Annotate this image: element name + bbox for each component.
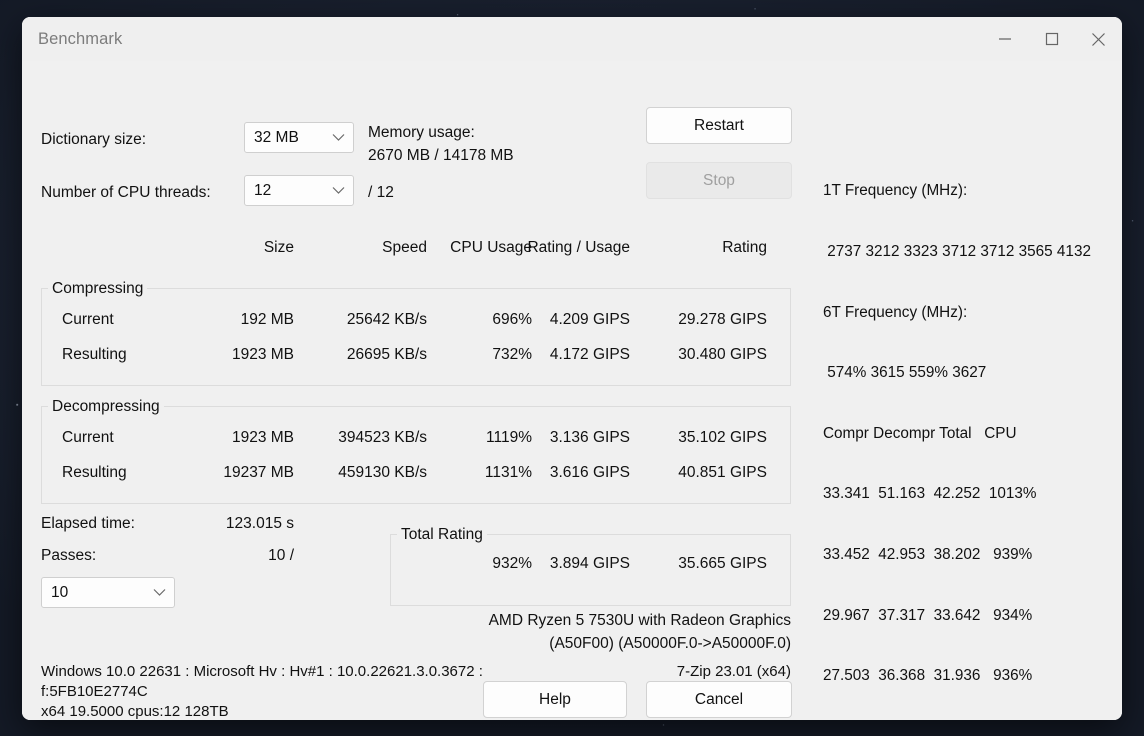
row-label: Current xyxy=(62,429,114,446)
total-rating-value: 35.665 GIPS xyxy=(678,555,767,572)
restart-button[interactable]: Restart xyxy=(646,107,792,144)
close-icon xyxy=(1092,32,1105,46)
column-header-size: Size xyxy=(263,239,294,256)
elapsed-time-value: 123.015 s xyxy=(225,515,294,532)
cancel-button-label: Cancel xyxy=(694,690,744,708)
chevron-down-icon xyxy=(332,133,345,142)
row-label: Resulting xyxy=(62,464,127,481)
cell-rating-usage: 4.172 GIPS xyxy=(549,346,630,363)
cpu-name: AMD Ryzen 5 7530U with Radeon Graphics xyxy=(488,612,791,629)
total-rating-usage: 3.894 GIPS xyxy=(549,555,630,572)
dictionary-size-value: 32 MB xyxy=(254,128,299,146)
minimize-icon xyxy=(998,38,1011,40)
freq-1t-label: 1T Frequency (MHz): xyxy=(823,182,968,200)
passes-label: Passes: xyxy=(41,547,97,564)
column-header-rating-usage: Rating / Usage xyxy=(527,239,630,256)
cell-speed: 459130 KB/s xyxy=(338,464,427,481)
total-rating-group-title: Total Rating xyxy=(397,526,487,544)
window-titlebar[interactable]: Benchmark xyxy=(22,17,1122,61)
elapsed-time-label: Elapsed time: xyxy=(41,515,135,532)
frequency-panel: 1T Frequency (MHz): 2737 3212 3323 3712 … xyxy=(823,141,1119,720)
decompressing-group-title: Decompressing xyxy=(48,398,164,416)
cell-rating-usage: 3.136 GIPS xyxy=(549,429,630,446)
window-title: Benchmark xyxy=(38,29,123,48)
cancel-button[interactable]: Cancel xyxy=(646,681,792,718)
cell-size: 19237 MB xyxy=(223,464,294,481)
cell-speed: 26695 KB/s xyxy=(346,346,427,363)
cell-rating: 35.102 GIPS xyxy=(678,429,767,446)
freq-6t-values: 574% 3615 559% 3627 xyxy=(823,364,987,382)
cell-rating-usage: 4.209 GIPS xyxy=(549,311,630,328)
chevron-down-icon xyxy=(332,186,345,195)
dialog-content: Dictionary size: 32 MB Memory usage: 267… xyxy=(22,61,1122,720)
pass-row: 29.967 37.317 33.642 934% xyxy=(823,606,1033,624)
passes-select-value: 10 xyxy=(51,583,69,601)
compressing-group xyxy=(41,288,791,386)
benchmark-window: Benchmark Dictionary size: 32 MB Memory … xyxy=(22,17,1122,720)
cpu-threads-value: 12 xyxy=(254,181,272,199)
pass-row: 33.452 42.953 38.202 939% xyxy=(823,545,1033,563)
pass-row: 33.341 51.163 42.252 1013% xyxy=(823,485,1037,503)
minimize-button[interactable] xyxy=(981,17,1028,61)
cpu-threads-select[interactable]: 12 xyxy=(244,175,354,206)
freq-6t-label: 6T Frequency (MHz): xyxy=(823,303,968,321)
pass-row: 27.503 36.368 31.936 936% xyxy=(823,667,1033,685)
cell-size: 1923 MB xyxy=(231,346,294,363)
cell-speed: 25642 KB/s xyxy=(346,311,427,328)
cpu-ids: (A50F00) (A50000F.0->A50000F.0) xyxy=(549,635,791,652)
cpu-threads-label: Number of CPU threads: xyxy=(41,184,211,201)
dictionary-size-label: Dictionary size: xyxy=(41,131,147,148)
window-controls xyxy=(981,17,1122,61)
help-button-label: Help xyxy=(539,690,571,708)
compressing-group-title: Compressing xyxy=(48,280,148,298)
maximize-button[interactable] xyxy=(1028,17,1075,61)
cpu-threads-total: / 12 xyxy=(368,184,394,201)
cell-speed: 394523 KB/s xyxy=(338,429,427,446)
os-info-line-2: f:5FB10E2774C xyxy=(41,683,148,700)
restart-button-label: Restart xyxy=(694,116,744,134)
freq-1t-values: 2737 3212 3323 3712 3712 3565 4132 xyxy=(823,243,1091,260)
help-button[interactable]: Help xyxy=(483,681,627,718)
memory-usage-label: Memory usage: xyxy=(368,124,475,141)
cell-rating: 29.278 GIPS xyxy=(678,311,767,328)
dictionary-size-select[interactable]: 32 MB xyxy=(244,122,354,153)
column-header-rating: Rating xyxy=(722,239,767,256)
maximize-icon xyxy=(1045,32,1058,46)
passes-value: 10 / xyxy=(268,547,294,564)
passes-select[interactable]: 10 xyxy=(41,577,175,608)
row-label: Resulting xyxy=(62,346,127,363)
row-label: Current xyxy=(62,311,114,328)
os-info-line-3: x64 19.5000 cpus:12 128TB xyxy=(41,703,229,720)
os-info-line-1: Windows 10.0 22631 : Microsoft Hv : Hv#1… xyxy=(41,663,483,680)
memory-usage-value: 2670 MB / 14178 MB xyxy=(368,147,514,164)
pass-table-header: Compr Decompr Total CPU xyxy=(823,424,1017,442)
stop-button-label: Stop xyxy=(703,171,735,189)
cell-size: 192 MB xyxy=(240,311,294,328)
column-header-speed: Speed xyxy=(382,239,427,256)
cell-rating-usage: 3.616 GIPS xyxy=(549,464,630,481)
stop-button[interactable]: Stop xyxy=(646,162,792,199)
decompressing-group xyxy=(41,406,791,504)
cell-rating: 30.480 GIPS xyxy=(678,346,767,363)
cell-size: 1923 MB xyxy=(231,429,294,446)
chevron-down-icon xyxy=(153,588,166,597)
app-version: 7-Zip 23.01 (x64) xyxy=(676,663,791,680)
cell-rating: 40.851 GIPS xyxy=(678,464,767,481)
close-button[interactable] xyxy=(1075,17,1122,61)
